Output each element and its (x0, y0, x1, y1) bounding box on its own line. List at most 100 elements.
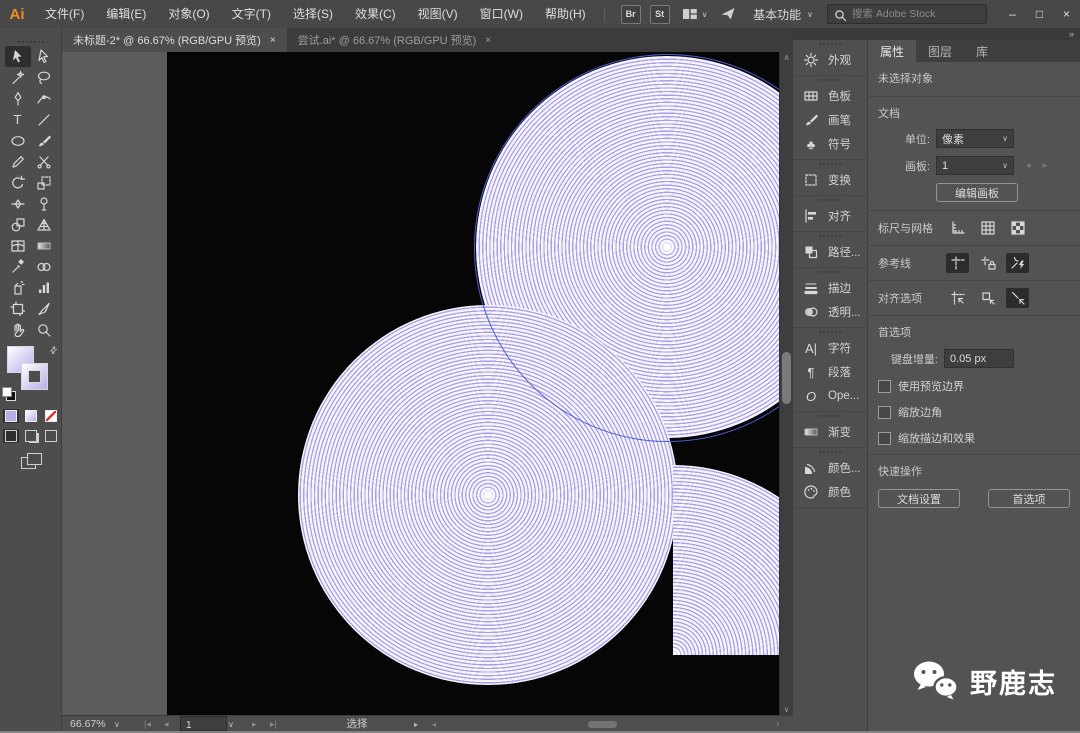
snap-to-point-button[interactable] (1006, 288, 1029, 308)
panel-drag-handle[interactable] (793, 76, 867, 84)
shape-builder-tool[interactable] (5, 214, 31, 235)
panel-transparency[interactable]: 透明... (793, 300, 867, 324)
magic-wand-tool[interactable] (5, 67, 31, 88)
vertical-scrollbar[interactable]: ∧ ∨ (779, 52, 793, 715)
workspace-switcher[interactable]: 基本功能 ∨ (753, 6, 813, 23)
panel-character[interactable]: A| 字符 (793, 336, 867, 360)
arrange-documents-button[interactable]: ∨ (682, 6, 708, 22)
next-artboard-icon[interactable]: ▸ (1043, 160, 1048, 171)
panel-appearance[interactable]: 外观 (793, 48, 867, 72)
close-tab-icon[interactable]: × (270, 35, 276, 46)
pen-tool[interactable] (5, 88, 31, 109)
eyedropper-tool[interactable] (5, 256, 31, 277)
app-logo[interactable]: Ai (0, 6, 34, 23)
panel-color[interactable]: 颜色 (793, 480, 867, 504)
gradient-tool[interactable] (31, 235, 57, 256)
panel-gradient[interactable]: 渐变 (793, 420, 867, 444)
show-rulers-button[interactable] (946, 218, 969, 238)
panel-drag-handle[interactable] (793, 328, 867, 336)
selection-tool[interactable] (4, 46, 31, 67)
edit-artboards-button[interactable]: 编辑画板 (936, 183, 1018, 202)
show-transparency-grid-button[interactable] (1006, 218, 1029, 238)
panel-swatches[interactable]: 色板 (793, 84, 867, 108)
scissors-tool[interactable] (31, 151, 57, 172)
panel-brushes[interactable]: 画笔 (793, 108, 867, 132)
width-tool[interactable] (5, 193, 31, 214)
document-tab-1[interactable]: 未标题-2* @ 66.67% (RGB/GPU 预览) × (62, 28, 287, 52)
show-guides-button[interactable] (946, 253, 969, 273)
puppet-warp-tool[interactable] (31, 193, 57, 214)
panel-stroke[interactable]: 描边 (793, 276, 867, 300)
panel-opentype[interactable]: O Ope... (793, 384, 867, 408)
artboard[interactable] (167, 52, 793, 715)
panel-drag-handle[interactable] (793, 160, 867, 168)
none-fill-button[interactable] (43, 409, 59, 423)
preferences-button[interactable]: 首选项 (988, 489, 1070, 508)
stroke-swatch[interactable] (21, 363, 48, 390)
symbol-sprayer-tool[interactable] (5, 277, 31, 298)
panel-drag-handle[interactable] (793, 412, 867, 420)
color-fill-button[interactable] (2, 409, 19, 423)
artboard-number-field[interactable]: 1 (180, 716, 227, 731)
rotate-tool[interactable] (5, 172, 31, 193)
menu-view[interactable]: 视图(V) (407, 0, 469, 28)
scale-tool[interactable] (31, 172, 57, 193)
paintbrush-tool[interactable] (31, 130, 57, 151)
document-canvas[interactable]: ∧ ∨ (62, 52, 793, 715)
checkbox-scale-strokes-effects[interactable]: 缩放描边和效果 (878, 430, 1070, 446)
concentric-quarter-fan[interactable] (673, 465, 793, 655)
prev-artboard-icon[interactable]: ◂ (1026, 160, 1031, 171)
perspective-grid-tool[interactable] (31, 214, 57, 235)
panel-drag-handle[interactable] (793, 196, 867, 204)
vertical-scroll-thumb[interactable] (782, 352, 791, 404)
panel-drag-handle[interactable] (793, 232, 867, 240)
panel-drag-handle[interactable] (793, 40, 867, 48)
menu-effect[interactable]: 效果(C) (344, 0, 407, 28)
close-tab-icon[interactable]: × (485, 35, 491, 46)
zoom-tool[interactable] (31, 319, 57, 340)
menu-type[interactable]: 文字(T) (221, 0, 282, 28)
scroll-down-icon[interactable]: ∨ (780, 705, 793, 714)
snap-to-grid-button[interactable] (946, 288, 969, 308)
stock-button[interactable]: St (649, 4, 670, 24)
menu-help[interactable]: 帮助(H) (534, 0, 597, 28)
horizontal-scroll-thumb[interactable] (588, 721, 617, 728)
smart-guides-button[interactable] (1006, 253, 1029, 273)
swap-fill-stroke-icon[interactable]: ⇄ (48, 344, 61, 357)
hand-tool[interactable] (5, 319, 31, 340)
panel-transform[interactable]: 变换 (793, 168, 867, 192)
artboard-dropdown[interactable]: 1 ∨ (936, 156, 1014, 175)
units-dropdown[interactable]: 像素 ∨ (936, 129, 1014, 148)
panel-drag-handle[interactable] (793, 268, 867, 276)
artboard-tool[interactable] (5, 298, 31, 319)
mesh-tool[interactable] (5, 235, 31, 256)
default-fill-stroke-icon[interactable] (2, 387, 16, 401)
menu-file[interactable]: 文件(F) (34, 0, 95, 28)
slice-tool[interactable] (31, 298, 57, 319)
panel-pathfinder[interactable]: 路径... (793, 240, 867, 264)
panel-color-guide[interactable]: 颜色... (793, 456, 867, 480)
tab-properties[interactable]: 属性 (868, 40, 917, 62)
draw-normal-button[interactable] (2, 429, 19, 443)
menu-object[interactable]: 对象(O) (157, 0, 220, 28)
checkbox-scale-corners[interactable]: 缩放边角 (878, 404, 1070, 420)
line-segment-tool[interactable] (31, 109, 57, 130)
direct-selection-tool[interactable] (31, 46, 57, 67)
document-tab-2[interactable]: 尝试.ai* @ 66.67% (RGB/GPU 预览) × (287, 28, 503, 52)
maximize-button[interactable]: □ (1026, 0, 1053, 28)
panel-drag-handle[interactable] (793, 448, 867, 456)
panel-align[interactable]: 对齐 (793, 204, 867, 228)
bridge-button[interactable]: Br (620, 4, 641, 24)
shaper-tool[interactable] (5, 151, 31, 172)
column-graph-tool[interactable] (31, 277, 57, 298)
minimize-button[interactable]: – (999, 0, 1026, 28)
draw-inside-button[interactable] (43, 429, 59, 443)
screen-mode-button[interactable] (20, 453, 42, 469)
lasso-tool[interactable] (31, 67, 57, 88)
tab-libraries[interactable]: 库 (964, 40, 1000, 62)
close-button[interactable]: × (1053, 0, 1080, 28)
blend-tool[interactable] (31, 256, 57, 277)
ellipse-tool[interactable] (5, 130, 31, 151)
scroll-up-icon[interactable]: ∧ (780, 53, 793, 62)
menu-edit[interactable]: 编辑(E) (95, 0, 157, 28)
